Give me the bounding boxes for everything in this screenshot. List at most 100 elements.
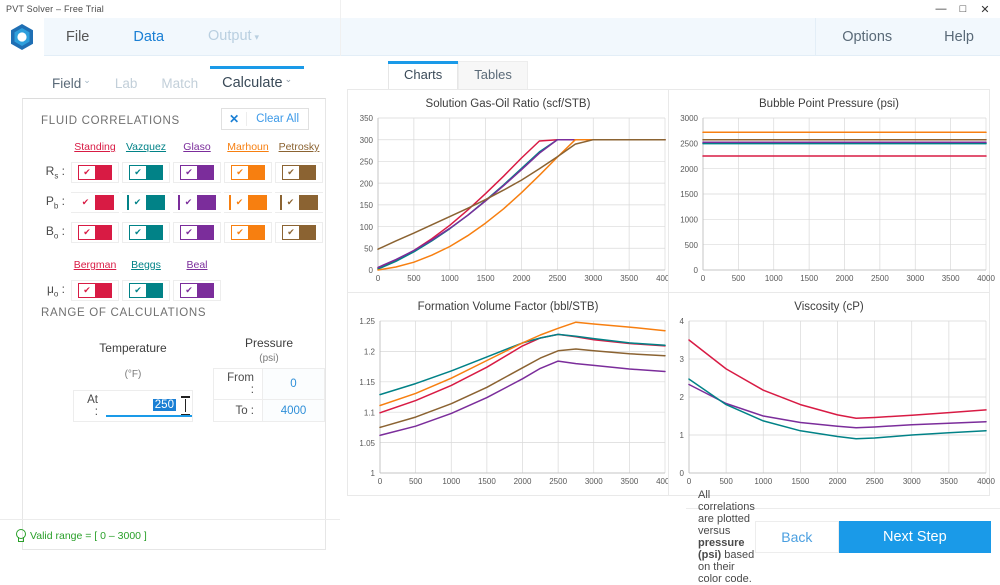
close-button[interactable]: ✕ [974, 0, 996, 18]
chart-bubble-point[interactable]: Bubble Point Pressure (psi) 0 500 1000 1500… [668, 89, 995, 293]
step-tab-calculate[interactable]: Calculate ⌄ [210, 66, 305, 98]
minimize-button[interactable]: — [930, 0, 952, 18]
maximize-button[interactable]: □ [952, 0, 974, 18]
chart-bubble-point-title: Bubble Point Pressure (psi) [759, 98, 899, 110]
chevron-down-icon: ⌄ [83, 75, 91, 85]
checkbox-pb-vazquez[interactable]: ✔ [122, 192, 170, 213]
header-glaso[interactable]: Glaso [173, 141, 221, 153]
lightbulb-icon [14, 529, 26, 542]
header-standing[interactable]: Standing [71, 141, 119, 153]
checkbox-rs-glaso[interactable]: ✔ [173, 162, 221, 183]
pressure-from-label: From : [212, 368, 264, 400]
tab-charts[interactable]: Charts [388, 61, 459, 90]
svg-text:1.05: 1.05 [359, 439, 375, 448]
menu-output[interactable]: Output ▾ [186, 17, 281, 56]
checkbox-rs-petrosky[interactable]: ✔ [275, 162, 323, 183]
header-marhoun[interactable]: Marhoun [224, 141, 272, 153]
svg-text:2: 2 [680, 393, 685, 402]
svg-text:3000: 3000 [903, 477, 921, 486]
svg-text:3: 3 [680, 355, 685, 364]
menu-options[interactable]: Options [816, 18, 918, 56]
checkbox-rs-marhoun[interactable]: ✔ [224, 162, 272, 183]
pressure-to-value[interactable]: 4000 [262, 399, 325, 422]
right-panel: Charts Tables Solution Gas-Oil Ratio (sc… [340, 56, 1000, 585]
left-panel: Field ⌄ Lab Match Calculate ⌄ FLUID CORREL… [0, 56, 340, 564]
svg-text:2000: 2000 [513, 274, 531, 283]
svg-text:1000: 1000 [680, 216, 698, 225]
next-step-button[interactable]: Next Step [838, 520, 991, 553]
step-tab-field[interactable]: Field ⌄ [40, 72, 103, 98]
checkbox-rs-standing[interactable]: ✔ [71, 162, 119, 183]
chart-solution-gor-title: Solution Gas-Oil Ratio (scf/STB) [425, 98, 591, 110]
svg-text:1000: 1000 [765, 274, 783, 283]
menu-items: File Data Output ▾ [44, 18, 281, 56]
row-pb: Pb : ✔ ✔ ✔ ✔ ✔ [41, 192, 326, 213]
svg-text:2000: 2000 [514, 477, 532, 486]
checkbox-rs-vazquez[interactable]: ✔ [122, 162, 170, 183]
footer-actions: Back Next Step [754, 520, 991, 553]
pressure-to-label: To : [212, 399, 264, 422]
checkbox-bo-vazquez[interactable]: ✔ [122, 222, 170, 243]
back-button[interactable]: Back [754, 520, 839, 553]
bottom-bar: All correlations are plotted versus pres… [686, 489, 1000, 585]
chart-solution-gor[interactable]: Solution Gas-Oil Ratio (scf/STB) 0 50 100 1… [347, 89, 674, 293]
tab-tables[interactable]: Tables [458, 61, 528, 90]
svg-text:4000: 4000 [977, 477, 995, 486]
menu-data[interactable]: Data [111, 18, 186, 56]
pressure-from-value[interactable]: 0 [262, 368, 325, 400]
header-vazquez[interactable]: Vazquez [122, 141, 170, 153]
chart-viscosity[interactable]: Viscosity (cP) 0 1 2 3 4 0 500 1000 1500 2000 2500… [668, 292, 995, 496]
menu-file[interactable]: File [44, 18, 111, 56]
header-petrosky[interactable]: Petrosky [275, 141, 323, 153]
checkbox-pb-glaso[interactable]: ✔ [173, 192, 221, 213]
svg-text:3000: 3000 [585, 477, 603, 486]
step-tab-match[interactable]: Match [149, 72, 210, 98]
valid-range-hint: Valid range = [ 0 – 3000 ] [14, 529, 147, 542]
left-panel-divider [0, 519, 340, 520]
svg-text:2000: 2000 [680, 165, 698, 174]
temperature-input[interactable]: 250 [105, 395, 192, 417]
svg-text:2000: 2000 [836, 274, 854, 283]
checkbox-pb-standing[interactable]: ✔ [71, 192, 119, 213]
checkbox-visc-beggs[interactable]: ✔ [122, 280, 170, 301]
checkbox-bo-petrosky[interactable]: ✔ [275, 222, 323, 243]
svg-text:2500: 2500 [871, 274, 889, 283]
svg-text:4: 4 [680, 317, 685, 326]
checkbox-bo-marhoun[interactable]: ✔ [224, 222, 272, 243]
svg-text:3500: 3500 [940, 477, 958, 486]
correlation-headers: Standing Vazquez Glaso Marhoun Petrosky [71, 141, 326, 153]
step-tab-lab[interactable]: Lab [103, 72, 150, 98]
svg-text:1500: 1500 [477, 274, 495, 283]
step-tab-field-label: Field [52, 76, 82, 91]
checkbox-bo-glaso[interactable]: ✔ [173, 222, 221, 243]
header-bergman[interactable]: Bergman [71, 259, 119, 271]
checkbox-pb-petrosky[interactable]: ✔ [275, 192, 323, 213]
valid-range-text: Valid range = [ 0 – 3000 ] [30, 529, 147, 542]
svg-text:0: 0 [694, 266, 699, 275]
menu-help[interactable]: Help [918, 18, 1000, 56]
footer-note: All correlations are plotted versus pres… [698, 489, 755, 585]
checkbox-pb-marhoun[interactable]: ✔ [224, 192, 272, 213]
header-beal[interactable]: Beal [173, 259, 221, 271]
window-controls: — □ ✕ [930, 0, 996, 18]
checkbox-visc-beal[interactable]: ✔ [173, 280, 221, 301]
svg-text:350: 350 [360, 114, 374, 123]
clear-all-button[interactable]: ✕ Clear All [221, 108, 309, 130]
temperature-value: 250 [152, 399, 176, 411]
checkbox-bo-standing[interactable]: ✔ [71, 222, 119, 243]
pressure-table: Pressure (psi) From : 0 To : 4000 [212, 333, 325, 422]
row-rs-label: Rs : [45, 164, 65, 181]
chart-fvf[interactable]: Formation Volume Factor (bbl/STB) 1 1.05 1… [347, 292, 674, 496]
temperature-table: Temperature (°F) At : 250 [72, 333, 193, 422]
svg-text:500: 500 [685, 241, 699, 250]
title-bar: PVT Solver – Free Trial — □ ✕ [0, 0, 1000, 18]
text-cursor-icon [180, 396, 190, 415]
charts-grid: Solution Gas-Oil Ratio (scf/STB) 0 50 100 1… [340, 89, 1000, 496]
header-beggs[interactable]: Beggs [122, 259, 170, 271]
checkbox-visc-bergman[interactable]: ✔ [71, 280, 119, 301]
viscosity-headers: Bergman Beggs Beal [71, 259, 326, 271]
chevron-down-icon: ⌄ [284, 74, 293, 84]
svg-text:3500: 3500 [620, 477, 638, 486]
svg-text:3000: 3000 [584, 274, 602, 283]
svg-text:3000: 3000 [906, 274, 924, 283]
